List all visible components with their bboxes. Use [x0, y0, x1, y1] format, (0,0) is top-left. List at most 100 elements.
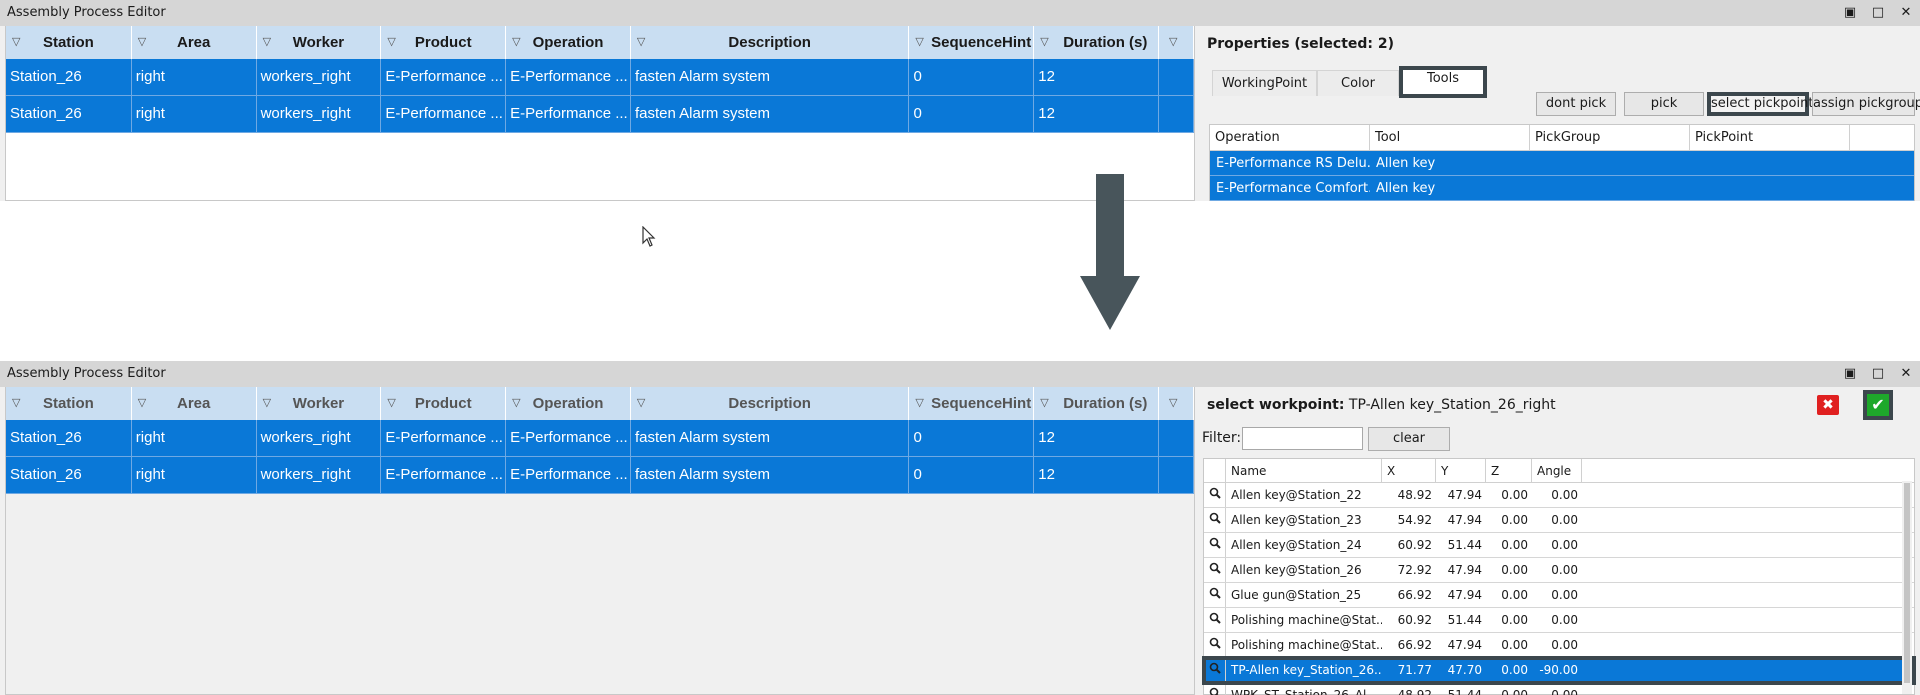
col-area[interactable]: ▽ Area: [132, 387, 257, 420]
col-pickpoint[interactable]: PickPoint: [1690, 125, 1850, 150]
col-x[interactable]: X: [1382, 459, 1436, 482]
tab-workingpoint[interactable]: WorkingPoint: [1212, 70, 1317, 96]
col-name[interactable]: Name: [1226, 459, 1382, 482]
filter-icon[interactable]: ▽: [263, 26, 271, 59]
col-operation[interactable]: ▽ Operation: [506, 387, 631, 420]
pick-button[interactable]: pick: [1624, 92, 1704, 116]
col-station[interactable]: ▽ Station: [6, 26, 132, 59]
col-station[interactable]: ▽ Station: [6, 387, 132, 420]
magnifier-icon[interactable]: [1204, 508, 1226, 532]
magnifier-icon[interactable]: [1204, 558, 1226, 582]
table-row[interactable]: E-Performance RS Delu... Allen key: [1210, 151, 1914, 176]
col-angle[interactable]: Angle: [1532, 459, 1582, 482]
col-product[interactable]: ▽ Product: [381, 387, 507, 420]
float-icon[interactable]: ▣: [1836, 361, 1864, 387]
list-item[interactable]: Polishing machine@Stat... 66.92 47.94 0.00 0…: [1204, 633, 1914, 658]
properties-tabs: WorkingPoint Color Tools: [1212, 66, 1487, 98]
table-row[interactable]: Station_26 right workers_right E-Perform…: [6, 96, 1195, 133]
workpoint-y: 51.44: [1447, 688, 1482, 695]
filter-icon[interactable]: ▽: [387, 26, 395, 59]
filter-icon[interactable]: ▽: [263, 387, 271, 420]
dont-pick-button[interactable]: dont pick: [1536, 92, 1616, 116]
col-area[interactable]: ▽ Area: [132, 26, 257, 59]
col-product[interactable]: ▽ Product: [381, 26, 507, 59]
col-z[interactable]: Z: [1486, 459, 1532, 482]
magnifier-icon[interactable]: [1204, 683, 1226, 695]
table-row[interactable]: Station_26 right workers_right E-Perform…: [6, 420, 1195, 457]
maximize-icon[interactable]: □: [1864, 0, 1892, 26]
tab-tools[interactable]: Tools: [1399, 66, 1487, 98]
filter-icon[interactable]: ▽: [637, 26, 645, 59]
filter-icon[interactable]: ▽: [387, 387, 395, 420]
filter-icon[interactable]: ▽: [138, 26, 146, 59]
list-item[interactable]: Allen key@Station_26 72.92 47.94 0.00 0.00: [1204, 558, 1914, 583]
close-icon[interactable]: ✕: [1892, 361, 1920, 387]
filter-icon[interactable]: ▽: [512, 387, 520, 420]
list-item[interactable]: Allen key@Station_23 54.92 47.94 0.00 0.00: [1204, 508, 1914, 533]
magnifier-icon[interactable]: [1204, 608, 1226, 632]
filter-icon[interactable]: ▽: [1169, 387, 1177, 420]
filter-input[interactable]: [1242, 427, 1363, 450]
filter-icon[interactable]: ▽: [637, 387, 645, 420]
list-item[interactable]: Polishing machine@Stat... 60.92 51.44 0.00 0…: [1204, 608, 1914, 633]
workpoint-x: 72.92: [1397, 563, 1432, 577]
filter-icon[interactable]: ▽: [1040, 387, 1048, 420]
vertical-scrollbar[interactable]: [1902, 481, 1912, 694]
confirm-button[interactable]: ✔: [1863, 390, 1893, 420]
magnifier-icon[interactable]: [1204, 633, 1226, 657]
filter-icon[interactable]: ▽: [512, 26, 520, 59]
list-item[interactable]: Allen key@Station_24 60.92 51.44 0.00 0.00: [1204, 533, 1914, 558]
col-pickgroup[interactable]: PickGroup: [1530, 125, 1690, 150]
col-sequencehint[interactable]: ▽ SequenceHint: [909, 26, 1035, 59]
float-icon[interactable]: ▣: [1836, 0, 1864, 26]
assign-pickgroup-button[interactable]: assign pickgroup: [1812, 92, 1920, 116]
filter-icon[interactable]: ▽: [915, 26, 923, 59]
col-y[interactable]: Y: [1436, 459, 1486, 482]
maximize-icon[interactable]: □: [1864, 361, 1892, 387]
bottom-editor-panel: Assembly Process Editor ▣ □ ✕ ▽ Station ▽…: [0, 361, 1920, 695]
col-sequencehint[interactable]: ▽ SequenceHint: [909, 387, 1035, 420]
filter-icon[interactable]: ▽: [12, 26, 20, 59]
col-tool[interactable]: Tool: [1370, 125, 1530, 150]
workpoint-x: 71.77: [1397, 663, 1432, 677]
filter-icon[interactable]: ▽: [138, 387, 146, 420]
selector-title: select workpoint: TP-Allen key_Station_2…: [1207, 397, 1556, 413]
tab-color[interactable]: Color: [1317, 70, 1399, 96]
select-pickpoint-button[interactable]: select pickpoint: [1707, 92, 1813, 116]
col-duration[interactable]: ▽ Duration (s): [1034, 26, 1160, 59]
col-worker[interactable]: ▽ Worker: [257, 26, 382, 59]
col-worker[interactable]: ▽ Worker: [257, 387, 382, 420]
magnifier-icon[interactable]: [1204, 483, 1226, 507]
col-description[interactable]: ▽ Description: [631, 387, 910, 420]
col-description[interactable]: ▽ Description: [631, 26, 910, 59]
col-duration[interactable]: ▽ Duration (s): [1034, 387, 1160, 420]
close-icon: ✖: [1822, 397, 1834, 413]
filter-icon[interactable]: ▽: [12, 387, 20, 420]
magnifier-icon[interactable]: [1204, 533, 1226, 557]
list-item[interactable]: Allen key@Station_22 48.92 47.94 0.00 0.00: [1204, 483, 1914, 508]
col-operation[interactable]: Operation: [1210, 125, 1370, 150]
col-more[interactable]: ▽: [1159, 26, 1194, 59]
workpoint-list-header: Name X Y Z Angle: [1204, 459, 1914, 483]
filter-icon[interactable]: ▽: [915, 387, 923, 420]
cancel-button[interactable]: ✖: [1817, 395, 1839, 415]
close-icon[interactable]: ✕: [1892, 0, 1920, 26]
list-item[interactable]: Glue gun@Station_25 66.92 47.94 0.00 0.00: [1204, 583, 1914, 608]
table-row[interactable]: Station_26 right workers_right E-Perform…: [6, 59, 1195, 96]
clear-button[interactable]: clear: [1368, 427, 1450, 451]
list-item[interactable]: WPK_ST_Station_26_Al... 48.92 51.44 0.00 0.0…: [1204, 683, 1914, 695]
magnifier-icon[interactable]: [1204, 658, 1226, 682]
col-more[interactable]: ▽: [1159, 387, 1194, 420]
window-title: Assembly Process Editor: [7, 366, 166, 381]
workpoint-y: 47.94: [1447, 513, 1482, 527]
list-item[interactable]: TP-Allen key_Station_26... 71.77 47.70 0.00…: [1202, 656, 1916, 685]
scrollbar-thumb[interactable]: [1904, 483, 1910, 683]
table-row[interactable]: Station_26 right workers_right E-Perform…: [6, 457, 1195, 494]
filter-icon[interactable]: ▽: [1040, 26, 1048, 59]
filter-icon[interactable]: ▽: [1169, 26, 1177, 59]
table-row[interactable]: E-Performance Comfort... Allen key: [1210, 176, 1914, 201]
workpoint-z: 0.00: [1501, 588, 1528, 602]
workpoint-angle: 0.00: [1551, 513, 1578, 527]
col-operation[interactable]: ▽ Operation: [506, 26, 631, 59]
magnifier-icon[interactable]: [1204, 583, 1226, 607]
